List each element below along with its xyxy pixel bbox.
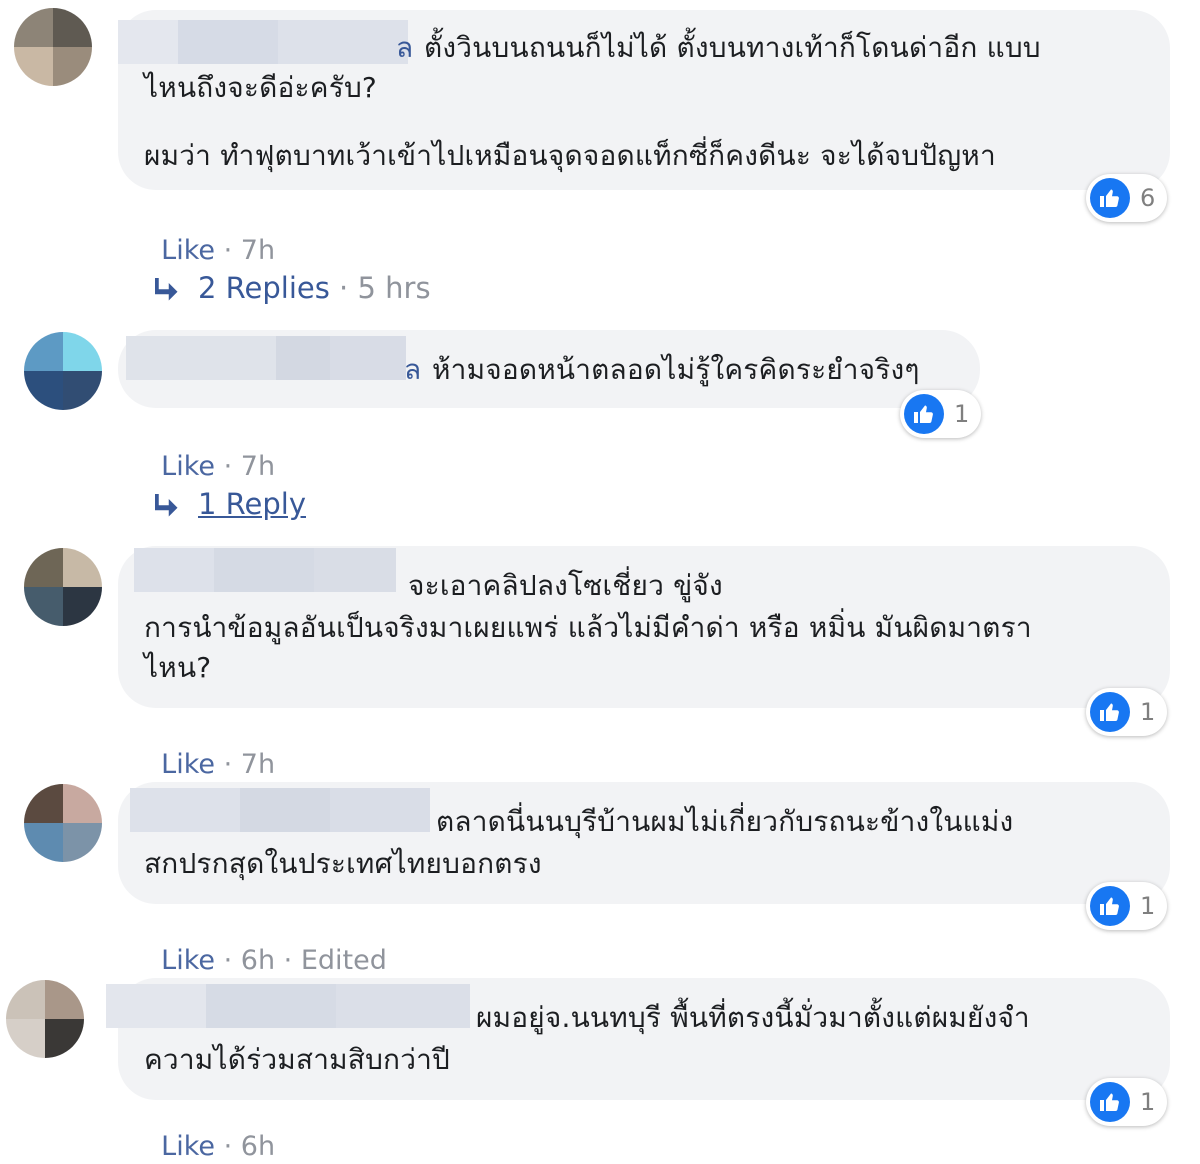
- avatar[interactable]: [6, 980, 84, 1058]
- comment-text: ห้ามจอดหน้าตลอดไม่รู้ใครคิดระยำจริงๆ: [432, 353, 920, 386]
- commenter-name[interactable]: [118, 20, 408, 64]
- comment-time[interactable]: 7h: [241, 451, 275, 482]
- avatar[interactable]: [14, 8, 92, 86]
- like-link[interactable]: Like: [161, 1131, 215, 1162]
- like-link[interactable]: Like: [161, 945, 215, 976]
- replies-link[interactable]: 2 Replies · 5 hrs: [150, 270, 431, 306]
- comment-text: ไหน?: [144, 651, 212, 684]
- like-link[interactable]: Like: [161, 451, 215, 482]
- comment-text: ตั้งวินบนถนนก็ไม่ได้ ตั้งบนทางเท้าก็โดนด…: [424, 31, 1041, 64]
- comment-text: สกปรกสุดในประเทศไทยบอกตรง: [144, 847, 542, 880]
- comment-text: ความได้ร่วมสามสิบกว่าปี: [144, 1043, 451, 1076]
- comment-text: จะเอาคลิปลงโซเชี่ยว ขู่จัง: [408, 569, 723, 602]
- commenter-name-tail[interactable]: ล: [396, 28, 413, 68]
- comment-text: ผมอยู่จ.นนทบุรี พื้นที่ตรงนี้มั่วมาตั้งแ…: [476, 1001, 1030, 1034]
- avatar[interactable]: [24, 548, 102, 626]
- like-thumb-icon: [1090, 1082, 1130, 1122]
- avatar[interactable]: [24, 784, 102, 862]
- like-thumb-icon: [1090, 178, 1130, 218]
- comment-meta: Like · 6h · Edited: [161, 945, 387, 976]
- reaction-count[interactable]: 1: [900, 390, 982, 438]
- comment-text: ตลาดนี่นนบุรีบ้านผมไม่เกี่ยวกับรถนะข้างใ…: [436, 805, 1014, 838]
- comment-meta: Like · 7h: [161, 451, 276, 482]
- reply-arrow-icon: [155, 494, 178, 517]
- comment-meta: Like · 7h: [161, 749, 276, 780]
- replies-link[interactable]: 1 Reply: [150, 486, 306, 522]
- like-thumb-icon: [1090, 886, 1130, 926]
- reply-arrow-icon: [155, 278, 178, 301]
- like-thumb-icon: [904, 394, 944, 434]
- comment-text: ไหนถึงจะดีอ่ะครับ?: [144, 71, 377, 104]
- reaction-count[interactable]: 6: [1086, 174, 1168, 222]
- comment-meta: Like · 7h: [161, 235, 276, 266]
- reaction-count[interactable]: 1: [1086, 882, 1168, 930]
- comment-time[interactable]: 6h: [241, 945, 275, 976]
- like-thumb-icon: [1090, 692, 1130, 732]
- commenter-name[interactable]: [126, 336, 406, 380]
- comment-text: ผมว่า ทำฟุตบาทเว้าเข้าไปเหมือนจุดจอดแท็ก…: [144, 139, 996, 172]
- commenter-name-tail[interactable]: ล: [404, 350, 421, 390]
- comment-text: การนำข้อมูลอันเป็นจริงมาเผยแพร่ แล้วไม่ม…: [144, 611, 1032, 644]
- commenter-name[interactable]: [134, 548, 396, 592]
- comment-meta: Like · 6h: [161, 1131, 276, 1162]
- comment-time[interactable]: 7h: [241, 235, 275, 266]
- like-link[interactable]: Like: [161, 235, 215, 266]
- comment-time[interactable]: 7h: [241, 749, 275, 780]
- edited-label[interactable]: Edited: [301, 945, 387, 976]
- comment-time[interactable]: 6h: [241, 1131, 275, 1162]
- like-link[interactable]: Like: [161, 749, 215, 780]
- commenter-name[interactable]: [106, 984, 470, 1028]
- avatar[interactable]: [24, 332, 102, 410]
- reaction-count[interactable]: 1: [1086, 1078, 1168, 1126]
- reaction-count[interactable]: 1: [1086, 688, 1168, 736]
- commenter-name[interactable]: [130, 788, 430, 832]
